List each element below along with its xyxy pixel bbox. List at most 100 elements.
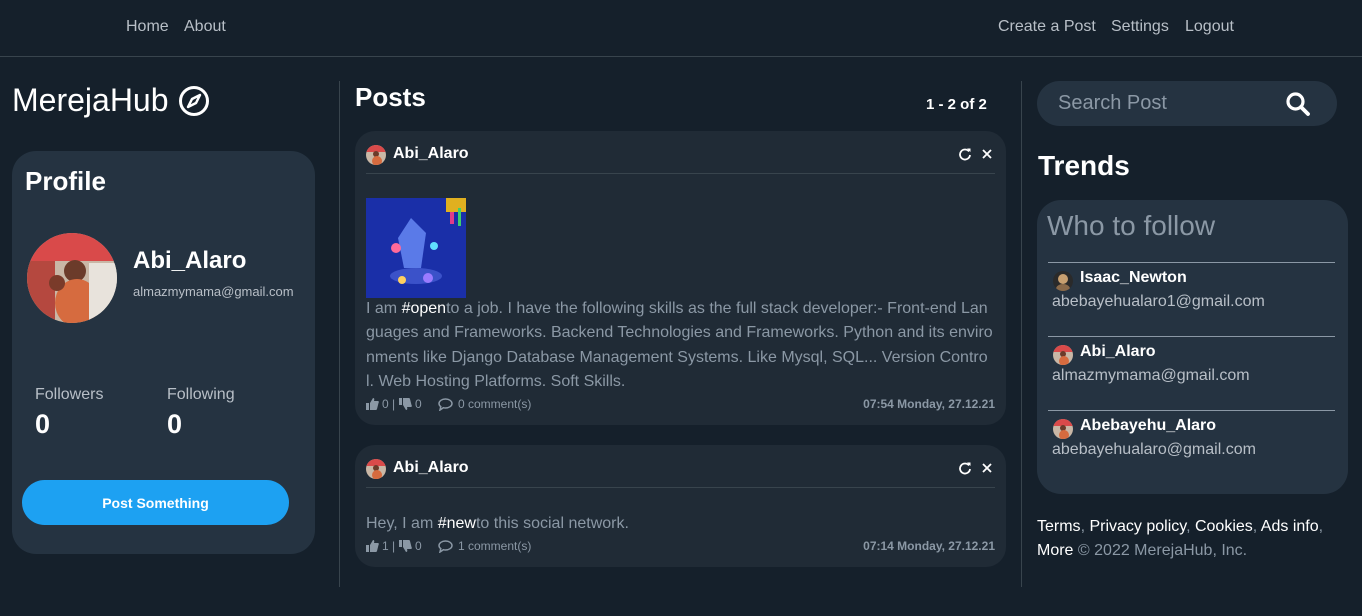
post-timestamp: 07:54 Monday, 27.12.21 xyxy=(863,397,995,411)
posts-title: Posts xyxy=(355,82,426,112)
follow-suggestion[interactable]: Abebayehu_Alaro abebayehualaro@gmail.com xyxy=(1048,410,1335,484)
comment-count: 0 comment(s) xyxy=(458,397,532,411)
nav-home-link[interactable]: Home xyxy=(126,18,169,36)
avatar-photo-icon xyxy=(1053,419,1073,439)
following-count[interactable]: 0 xyxy=(167,409,182,440)
post-text: Hey, I am #newto this social network. xyxy=(366,512,995,536)
post-illustration-icon xyxy=(366,198,466,298)
search-box xyxy=(1037,81,1337,126)
post-text-start: I am xyxy=(366,300,402,317)
avatar-photo-icon xyxy=(366,145,386,165)
search-icon[interactable] xyxy=(1285,91,1311,117)
thumbs-down-icon xyxy=(399,540,412,552)
follow-email: abebayehualaro@gmail.com xyxy=(1052,441,1256,458)
dislike-count: 0 xyxy=(415,397,422,411)
following-label: Following xyxy=(167,386,235,403)
close-icon[interactable] xyxy=(980,461,994,475)
nav-about-link[interactable]: About xyxy=(184,18,226,36)
post-text-end: to a job. I have the following skills as… xyxy=(366,300,993,390)
post-avatar[interactable] xyxy=(366,459,386,479)
post-timestamp: 07:14 Monday, 27.12.21 xyxy=(863,539,995,553)
terms-link[interactable]: Terms xyxy=(1037,518,1081,535)
follow-suggestion[interactable]: Isaac_Newton abebayehualaro1@gmail.com xyxy=(1048,262,1335,336)
top-navbar: Home About Create a Post Settings Logout xyxy=(0,0,1362,57)
separator: | xyxy=(392,397,396,411)
dislike-button[interactable]: 0 xyxy=(399,397,422,411)
post-text-start: Hey, I am xyxy=(366,515,438,532)
nav-settings-link[interactable]: Settings xyxy=(1111,18,1169,36)
like-count: 1 xyxy=(382,539,389,553)
post-text: I am #opento a job. I have the following… xyxy=(366,297,995,394)
post-username[interactable]: Abi_Alaro xyxy=(393,145,469,163)
thumbs-up-icon xyxy=(366,398,379,410)
comments-link[interactable]: 1 comment(s) xyxy=(438,539,531,553)
who-to-follow-card: Who to follow Isaac_Newton abebayehualar… xyxy=(1037,200,1348,494)
comment-count: 1 comment(s) xyxy=(458,539,532,553)
nav-create-post-link[interactable]: Create a Post xyxy=(998,18,1096,36)
profile-title: Profile xyxy=(25,166,106,196)
profile-username: Abi_Alaro xyxy=(133,247,247,274)
ads-info-link[interactable]: Ads info xyxy=(1261,518,1319,535)
refresh-icon[interactable] xyxy=(958,461,972,475)
copyright-text: © 2022 MerejaHub, Inc. xyxy=(1077,542,1248,559)
follow-username: Abebayehu_Alaro xyxy=(1080,417,1217,434)
hashtag-link[interactable]: #new xyxy=(438,515,476,532)
search-input[interactable] xyxy=(1058,89,1278,117)
left-divider xyxy=(339,81,340,587)
dislike-button[interactable]: 0 xyxy=(399,539,422,553)
compass-icon xyxy=(178,85,209,116)
follow-avatar xyxy=(1053,345,1073,365)
thumbs-up-icon xyxy=(366,540,379,552)
follow-username: Isaac_Newton xyxy=(1080,269,1187,286)
avatar-photo-icon xyxy=(27,233,117,323)
post-header: Abi_Alaro xyxy=(366,143,995,174)
separator: | xyxy=(392,539,396,553)
post-card: Abi_Alaro Hey, I am #newto this social n… xyxy=(355,445,1006,567)
comments-link[interactable]: 0 comment(s) xyxy=(438,397,531,411)
legal-footer: Terms, Privacy policy, Cookies, Ads info… xyxy=(1037,518,1324,559)
privacy-policy-link[interactable]: Privacy policy xyxy=(1089,518,1186,535)
post-footer: 1 | 0 1 comment(s) 07:14 Monday, 27.12.2… xyxy=(366,539,995,555)
avatar-portrait-icon xyxy=(1053,271,1073,291)
followers-label: Followers xyxy=(35,386,104,403)
post-avatar[interactable] xyxy=(366,145,386,165)
post-image[interactable] xyxy=(366,198,466,298)
hashtag-link[interactable]: #open xyxy=(402,300,447,317)
profile-card: Profile Abi_Alaro almazmymama@gmail.com … xyxy=(12,151,315,554)
post-card: Abi_Alaro I am #opento a job. I have the… xyxy=(355,131,1006,425)
like-button[interactable]: 1 xyxy=(366,539,389,553)
refresh-icon[interactable] xyxy=(958,147,972,161)
more-link[interactable]: More xyxy=(1037,542,1073,559)
follow-suggestion[interactable]: Abi_Alaro almazmymama@gmail.com xyxy=(1048,336,1335,410)
post-header: Abi_Alaro xyxy=(366,457,995,488)
post-username[interactable]: Abi_Alaro xyxy=(393,459,469,477)
avatar-photo-icon xyxy=(1053,345,1073,365)
avatar-photo-icon xyxy=(366,459,386,479)
comment-icon xyxy=(438,539,453,553)
cookies-link[interactable]: Cookies xyxy=(1195,518,1253,535)
thumbs-down-icon xyxy=(399,398,412,410)
posts-pager: 1 - 2 of 2 xyxy=(926,96,987,113)
who-to-follow-title: Who to follow xyxy=(1047,210,1216,241)
comment-icon xyxy=(438,397,453,411)
profile-avatar[interactable] xyxy=(27,233,117,323)
close-icon[interactable] xyxy=(980,147,994,161)
like-button[interactable]: 0 xyxy=(366,397,389,411)
brand-name: MerejaHub xyxy=(12,82,169,118)
dislike-count: 0 xyxy=(415,539,422,553)
right-divider xyxy=(1021,81,1022,587)
follow-avatar xyxy=(1053,271,1073,291)
follow-avatar xyxy=(1053,419,1073,439)
like-count: 0 xyxy=(382,397,389,411)
profile-email: almazmymama@gmail.com xyxy=(133,284,294,299)
followers-count[interactable]: 0 xyxy=(35,409,50,440)
brand-logo[interactable]: MerejaHub xyxy=(12,82,210,119)
trends-title: Trends xyxy=(1038,150,1130,181)
follow-email: almazmymama@gmail.com xyxy=(1052,367,1250,384)
follow-username: Abi_Alaro xyxy=(1080,343,1156,360)
follow-email: abebayehualaro1@gmail.com xyxy=(1052,293,1265,310)
post-something-button[interactable]: Post Something xyxy=(22,480,289,525)
post-footer: 0 | 0 0 comment(s) 07:54 Monday, 27.12.2… xyxy=(366,397,995,413)
post-text-end: to this social network. xyxy=(475,515,629,532)
nav-logout-link[interactable]: Logout xyxy=(1185,18,1234,36)
